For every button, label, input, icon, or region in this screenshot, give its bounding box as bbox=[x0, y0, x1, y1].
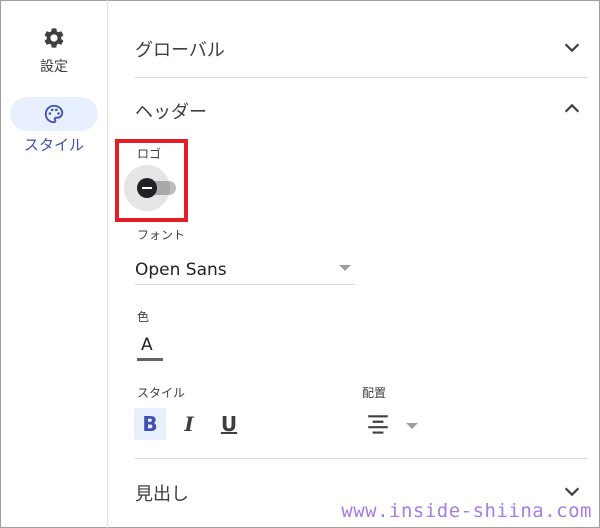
align-label: 配置 bbox=[362, 386, 387, 400]
palette-icon bbox=[44, 104, 64, 124]
chevron-down-icon bbox=[564, 487, 580, 497]
text-color-bar bbox=[137, 358, 163, 361]
italic-button[interactable]: I bbox=[173, 408, 205, 440]
font-select[interactable]: Open Sans bbox=[135, 258, 355, 285]
divider bbox=[135, 458, 587, 459]
section-heading-title: 見出し bbox=[135, 484, 189, 505]
highlight-box bbox=[115, 139, 188, 222]
style-label: スタイル bbox=[137, 386, 186, 400]
font-label: フォント bbox=[137, 228, 186, 242]
caret-down-icon bbox=[339, 265, 351, 271]
text-color-icon: A bbox=[141, 335, 153, 355]
rail-item-settings[interactable]: 設定 bbox=[0, 26, 108, 76]
align-center-icon bbox=[368, 415, 388, 434]
left-rail: 設定 スタイル bbox=[0, 0, 108, 528]
section-header[interactable]: ヘッダー bbox=[135, 90, 587, 130]
bold-button[interactable]: B bbox=[134, 408, 166, 440]
rail-item-style[interactable]: スタイル bbox=[0, 96, 108, 155]
watermark: www.inside-shiina.com bbox=[341, 500, 592, 522]
section-header-title: ヘッダー bbox=[135, 102, 207, 123]
rail-style-label: スタイル bbox=[23, 136, 84, 154]
font-select-value: Open Sans bbox=[135, 260, 227, 280]
caret-down-icon bbox=[406, 423, 418, 429]
divider bbox=[135, 77, 587, 78]
rail-settings-label: 設定 bbox=[40, 59, 68, 75]
align-select[interactable] bbox=[362, 410, 422, 440]
gear-icon bbox=[44, 28, 64, 48]
section-global-title: グローバル bbox=[135, 40, 225, 61]
text-color-button[interactable]: A bbox=[137, 335, 165, 363]
section-global[interactable]: グローバル bbox=[135, 28, 587, 68]
chevron-down-icon bbox=[564, 43, 580, 53]
chevron-up-icon bbox=[564, 103, 580, 113]
underline-button[interactable]: U bbox=[213, 408, 245, 440]
color-label: 色 bbox=[137, 310, 150, 324]
